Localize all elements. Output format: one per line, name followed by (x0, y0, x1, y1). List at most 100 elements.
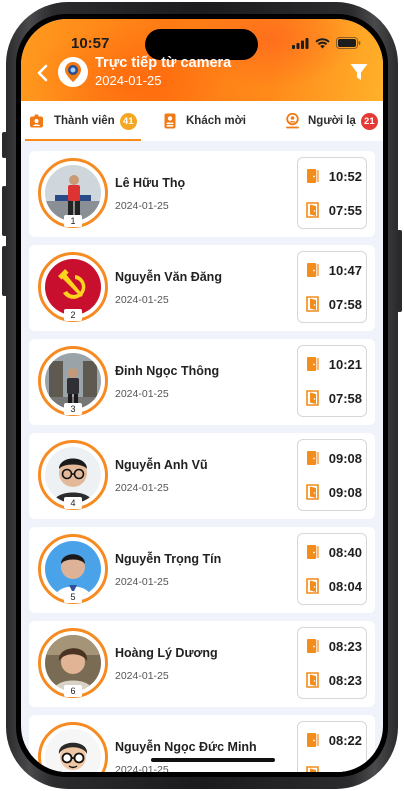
signal-icon (292, 37, 309, 49)
check-in-time: 09:08 (328, 450, 362, 466)
person-date: 2024-01-25 (115, 294, 169, 306)
time-box: 10:21 07:58 (297, 345, 367, 417)
check-in-time: 08:40 (328, 544, 362, 560)
check-out-row: 09:08 (298, 480, 368, 504)
check-in-row: 08:22 (298, 728, 368, 752)
list-item[interactable]: 5 Nguyễn Trọng Tín 2024-01-25 08:40 08:0… (29, 527, 375, 613)
camera-logo-icon (58, 57, 88, 87)
check-out-row: 07:58 (298, 292, 368, 316)
person-date: 2024-01-25 (115, 670, 169, 682)
check-in-row: 08:23 (298, 634, 368, 658)
check-in-row: 09:08 (298, 446, 368, 470)
avatar-rank: 5 (64, 591, 82, 603)
chevron-left-icon (37, 64, 48, 82)
door-out-icon (306, 202, 319, 218)
avatar: 5 (38, 534, 108, 604)
filter-icon (350, 64, 368, 80)
avatar-image (45, 541, 101, 597)
status-icons (292, 37, 361, 49)
home-indicator[interactable] (151, 758, 275, 762)
list-item[interactable]: 2 Nguyễn Văn Đăng 2024-01-25 10:47 07:58 (29, 245, 375, 331)
back-button[interactable] (33, 63, 53, 83)
check-in-time: 10:47 (328, 262, 362, 278)
avatar-image (45, 729, 101, 772)
list-item[interactable]: 6 Hoàng Lý Dương 2024-01-25 08:23 08:23 (29, 621, 375, 707)
person-name: Nguyễn Văn Đăng (115, 270, 222, 284)
time-box: 08:22 (297, 721, 367, 772)
door-out-icon (306, 672, 319, 688)
check-in-time: 10:52 (328, 168, 362, 184)
check-out-time: 07:55 (328, 202, 362, 218)
door-out-icon (306, 484, 319, 500)
person-date: 2024-01-25 (115, 388, 169, 400)
check-out-row (298, 762, 368, 772)
avatar: 1 (38, 158, 108, 228)
guest-badge-icon (164, 113, 176, 129)
check-in-time: 08:23 (328, 638, 362, 654)
door-out-icon (306, 296, 319, 312)
time-box: 10:47 07:58 (297, 251, 367, 323)
tab-strangers-label: Người lạ (308, 115, 356, 127)
avatar: 7 (38, 722, 108, 772)
person-name: Nguyễn Trọng Tín (115, 552, 222, 566)
filter-button[interactable] (349, 62, 369, 82)
volume-up-button (2, 186, 7, 236)
tab-strangers-badge: 21 (360, 112, 378, 130)
wifi-icon (315, 37, 330, 48)
check-out-row: 07:58 (298, 386, 368, 410)
door-in-icon (307, 451, 319, 465)
door-out-icon (306, 578, 319, 594)
person-name: Nguyễn Ngọc Đức Minh (115, 740, 257, 754)
door-in-icon (307, 639, 319, 653)
avatar-image (45, 635, 101, 691)
person-date: 2024-01-25 (115, 576, 169, 588)
avatar-image (45, 447, 101, 503)
avatar-rank: 3 (64, 403, 82, 415)
tab-strangers[interactable]: Người lạ 21 (265, 101, 383, 141)
time-box: 09:08 09:08 (297, 439, 367, 511)
person-date: 2024-01-25 (115, 200, 169, 212)
avatar: 6 (38, 628, 108, 698)
person-name: Hoàng Lý Dương (115, 646, 218, 660)
phone-bezel: 10:57 Trực tiếp từ camera 2024-01-25 Thà… (16, 14, 388, 777)
door-in-icon (307, 545, 319, 559)
person-date: 2024-01-25 (115, 764, 169, 772)
check-in-row: 08:40 (298, 540, 368, 564)
check-out-time: 08:04 (328, 578, 362, 594)
tab-members-badge: 41 (119, 112, 137, 130)
person-name: Nguyễn Anh Vũ (115, 458, 208, 472)
stranger-pin-icon (286, 113, 299, 129)
avatar-rank: 4 (64, 497, 82, 509)
check-out-time: 07:58 (328, 296, 362, 312)
check-out-time: 08:23 (328, 672, 362, 688)
door-out-icon (306, 390, 319, 406)
attendance-list[interactable]: 1 Lê Hữu Thọ 2024-01-25 10:52 07:55 2 Ng… (21, 141, 383, 772)
avatar: 4 (38, 440, 108, 510)
avatar: 3 (38, 346, 108, 416)
avatar-rank: 6 (64, 685, 82, 697)
door-in-icon (307, 357, 319, 371)
list-item[interactable]: 4 Nguyễn Anh Vũ 2024-01-25 09:08 09:08 (29, 433, 375, 519)
app-header: 10:57 Trực tiếp từ camera 2024-01-25 (21, 19, 383, 101)
status-time: 10:57 (71, 35, 110, 52)
door-in-icon (307, 733, 319, 747)
person-name: Lê Hữu Thọ (115, 176, 186, 190)
time-box: 10:52 07:55 (297, 157, 367, 229)
tab-guests-label: Khách mời (186, 115, 246, 127)
volume-down-button (2, 246, 7, 296)
check-in-row: 10:21 (298, 352, 368, 376)
avatar: 2 (38, 252, 108, 322)
check-in-time: 08:22 (328, 732, 362, 748)
tab-members[interactable]: Thành viên 41 (21, 101, 141, 141)
door-in-icon (307, 263, 319, 277)
member-card-icon (30, 114, 43, 127)
list-item[interactable]: 7 Nguyễn Ngọc Đức Minh 2024-01-25 08:22 (29, 715, 375, 772)
list-item[interactable]: 3 Đinh Ngọc Thông 2024-01-25 10:21 07:58 (29, 339, 375, 425)
list-item[interactable]: 1 Lê Hữu Thọ 2024-01-25 10:52 07:55 (29, 151, 375, 237)
silent-switch (2, 132, 7, 158)
time-box: 08:40 08:04 (297, 533, 367, 605)
avatar-image (45, 353, 101, 409)
person-name: Đinh Ngọc Thông (115, 364, 220, 378)
tab-guests[interactable]: Khách mời (141, 101, 265, 141)
check-out-time: 07:58 (328, 390, 362, 406)
